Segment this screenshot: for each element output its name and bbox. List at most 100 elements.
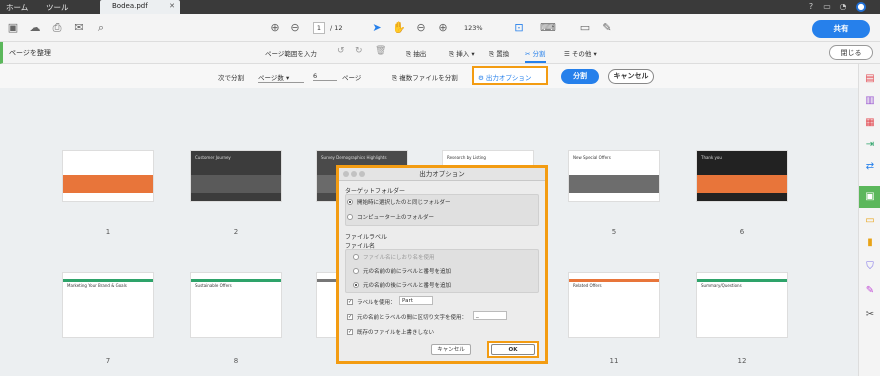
dialog-ok-button[interactable]: OK: [491, 344, 535, 355]
split-label: 分割: [532, 50, 546, 58]
split-mode-value: ページ数: [258, 74, 284, 82]
output-options-button[interactable]: ⚙ 出力オプション: [478, 72, 531, 82]
page-number-label: 11: [609, 357, 619, 365]
scan-icon[interactable]: ▮: [863, 236, 877, 250]
bell-icon[interactable]: ◔: [838, 2, 848, 12]
chat-icon[interactable]: ▭: [822, 2, 832, 12]
same-folder-option[interactable]: 開始時に選択したのと同じフォルダー: [347, 198, 451, 206]
share-button[interactable]: 共有: [812, 20, 870, 38]
other-folder-label: コンピューター上のフォルダー: [357, 215, 435, 221]
use-label-option[interactable]: ✓ ラベルを使用：: [347, 298, 396, 306]
delete-icon[interactable]: 🗑: [375, 46, 386, 56]
replace-label: 置換: [496, 50, 510, 58]
radio-other-folder[interactable]: [347, 214, 353, 220]
page-thumbnail[interactable]: Thank you: [696, 150, 788, 202]
window-max-dot[interactable]: [359, 171, 365, 177]
other-folder-option[interactable]: コンピューター上のフォルダー: [347, 213, 434, 221]
convert-icon[interactable]: ⇄: [863, 160, 877, 174]
before-name-option[interactable]: 元の名前の前にラベルと番号を追加: [353, 267, 451, 275]
next-page-icon[interactable]: ⊖: [288, 21, 302, 35]
thumbnail-accent: [697, 175, 787, 193]
page-number-label: 1: [105, 228, 111, 236]
zoom-level[interactable]: 123%: [464, 24, 483, 32]
page-thumbnail[interactable]: Summary/Questions: [696, 272, 788, 338]
no-overwrite-option[interactable]: ✓ 既存のファイルを上書きしない: [347, 328, 434, 336]
split-tab[interactable]: ✂ 分割: [525, 48, 546, 63]
organize-pages-icon[interactable]: ▣: [859, 186, 880, 208]
rotate-right-icon[interactable]: ↻: [355, 46, 363, 56]
create-pdf-icon[interactable]: ▤: [863, 72, 877, 86]
radio-same-folder[interactable]: [347, 199, 353, 205]
save-icon[interactable]: ▣: [6, 21, 20, 35]
export-pdf-icon[interactable]: ⇥: [863, 138, 877, 152]
page-count-input[interactable]: 6: [313, 72, 337, 81]
select-cursor-icon[interactable]: ➤: [370, 21, 384, 35]
separator-option[interactable]: ✓ 元の名前とラベルの間に区切り文字を使用：: [347, 313, 467, 321]
page-thumbnail[interactable]: Customer Journey: [190, 150, 282, 202]
thumbnail-accent: [697, 279, 787, 282]
help-icon[interactable]: ?: [806, 2, 816, 12]
print-icon[interactable]: ⎙: [50, 21, 64, 35]
page-number-input[interactable]: 1: [313, 22, 325, 34]
cancel-button[interactable]: キャンセル: [608, 69, 654, 84]
thumbnail-title: Sustainable Offers: [195, 283, 232, 288]
page-thumbnail[interactable]: Sustainable Offers: [190, 272, 282, 338]
after-name-option[interactable]: 元の名前の後にラベルと番号を追加: [353, 281, 451, 289]
no-overwrite-checkbox[interactable]: ✓: [347, 329, 353, 335]
separator-input[interactable]: _: [473, 311, 507, 320]
avatar[interactable]: ●: [856, 2, 866, 12]
extract-label: 抽出: [413, 50, 427, 58]
split-by-label: 次で分割: [218, 74, 244, 82]
search-icon[interactable]: ⌕: [94, 21, 108, 35]
hand-icon[interactable]: ✋: [392, 21, 406, 35]
page-thumbnail[interactable]: [62, 150, 154, 202]
page-thumbnail[interactable]: Related Offers: [568, 272, 660, 338]
more-tools-icon[interactable]: ✂: [863, 308, 877, 322]
window-min-dot[interactable]: [351, 171, 357, 177]
radio-bookmark-name: [353, 254, 359, 260]
split-mode-select[interactable]: ページ数 ▾: [258, 72, 304, 83]
bookmark-name-label: ファイル名にしおり名を使用: [363, 255, 435, 261]
replace-button[interactable]: ⎘ 置換: [489, 48, 509, 59]
output-options-dialog: 出力オプション ターゲットフォルダー 開始時に選択したのと同じフォルダー コンピ…: [336, 165, 548, 364]
multi-file-split-button[interactable]: ⎘ 複数ファイルを分割: [392, 72, 458, 83]
upload-cloud-icon[interactable]: ☁: [28, 21, 42, 35]
comment-icon[interactable]: ▭: [578, 21, 592, 35]
dialog-cancel-button[interactable]: キャンセル: [431, 344, 471, 355]
page-thumbnail[interactable]: Marketing Your Brand & Goals: [62, 272, 154, 338]
edit-pdf-icon[interactable]: ▦: [863, 116, 877, 130]
zoom-out-icon[interactable]: ⊖: [414, 21, 428, 35]
close-tab-icon[interactable]: ✕: [169, 2, 175, 10]
radio-after-name[interactable]: [353, 282, 359, 288]
insert-button[interactable]: ⎘ 挿入 ▾: [449, 48, 475, 59]
fit-page-icon[interactable]: ⊡: [512, 21, 526, 35]
output-options-label: 出力オプション: [485, 74, 532, 82]
more-menu[interactable]: ☰ その他 ▾: [564, 48, 597, 58]
radio-before-name[interactable]: [353, 268, 359, 274]
keyboard-icon[interactable]: ⌨: [540, 21, 556, 35]
page-thumbnail[interactable]: New Special Offers: [568, 150, 660, 202]
fill-sign-icon[interactable]: ✎: [863, 284, 877, 298]
rotate-left-icon[interactable]: ↺: [337, 46, 345, 56]
close-organize-button[interactable]: 閉じる: [829, 45, 873, 60]
mail-icon[interactable]: ✉: [72, 21, 86, 35]
combine-icon[interactable]: ▥: [863, 94, 877, 108]
zoom-in-icon[interactable]: ⊕: [436, 21, 450, 35]
dialog-ok-label: OK: [508, 347, 518, 353]
separator-checkbox[interactable]: ✓: [347, 314, 353, 320]
label-input[interactable]: Part: [399, 296, 433, 305]
page-range-input[interactable]: ページ範囲を入力: [265, 48, 317, 58]
comment-tool-icon[interactable]: ▭: [863, 214, 877, 228]
use-label-checkbox[interactable]: ✓: [347, 299, 353, 305]
menu-home[interactable]: ホーム: [6, 2, 28, 13]
protect-icon[interactable]: ⛉: [863, 260, 877, 274]
document-tab[interactable]: Bodea.pdf ✕: [100, 0, 180, 14]
sign-icon[interactable]: ✎: [600, 21, 614, 35]
prev-page-icon[interactable]: ⊕: [268, 21, 282, 35]
menu-tools[interactable]: ツール: [46, 2, 69, 13]
window-close-dot[interactable]: [343, 171, 349, 177]
split-button[interactable]: 分割: [561, 69, 599, 84]
multi-file-label: 複数ファイルを分割: [399, 74, 458, 82]
extract-button[interactable]: ⎘ 抽出: [406, 48, 426, 59]
dialog-cancel-label: キャンセル: [437, 347, 465, 353]
